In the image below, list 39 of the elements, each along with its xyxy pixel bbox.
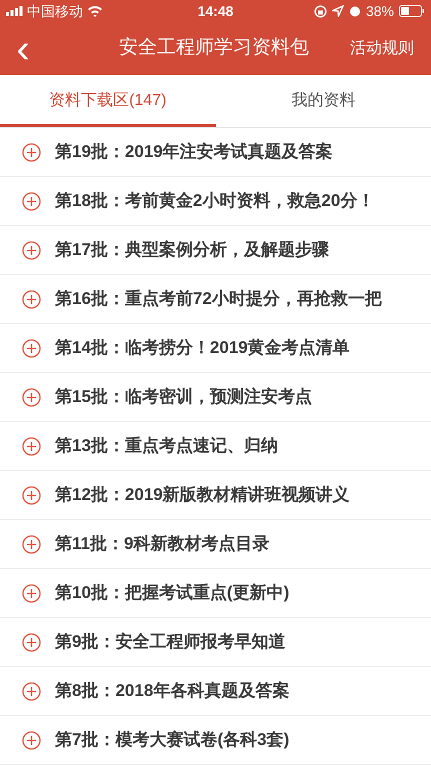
plus-circle-icon[interactable]	[22, 682, 41, 700]
resource-batch-title[interactable]: 第16批：重点考前72小时提分，再抢救一把	[55, 286, 382, 312]
tab[interactable]: 资料下载区(147)	[0, 75, 216, 127]
plus-circle-icon[interactable]	[22, 534, 41, 554]
carrier-name: 中国移动	[27, 2, 83, 20]
plus-circle-icon[interactable]	[22, 192, 41, 210]
resource-batch-title[interactable]: 第8批：2018年各科真题及答案	[55, 678, 290, 704]
plus-circle-icon[interactable]	[22, 338, 41, 358]
resource-batch-title[interactable]: 第19批：2019年注安考试真题及答案	[55, 139, 333, 165]
plus-circle-icon[interactable]	[22, 142, 41, 162]
plus-circle-icon[interactable]	[22, 290, 41, 308]
resource-batch-title[interactable]: 第17批：典型案例分析，及解题步骤	[55, 237, 329, 263]
resource-batch-title[interactable]: 第9批：安全工程师报考早知道	[55, 629, 286, 655]
plus-circle-icon[interactable]	[22, 486, 41, 504]
resource-batch-title[interactable]: 第13批：重点考点速记、归纳	[55, 433, 278, 459]
resource-batch-title[interactable]: 第11批：9科新教材考点目录	[55, 531, 270, 557]
rotation-lock-icon	[314, 4, 327, 18]
plus-circle-icon[interactable]	[22, 584, 41, 602]
resource-batch-title[interactable]: 第7批：模考大赛试卷(各科3套)	[55, 727, 290, 753]
tab[interactable]: 我的资料	[216, 75, 431, 127]
resource-batch-title[interactable]: 第14批：临考捞分！2019黄金考点清单	[55, 335, 350, 361]
plus-circle-icon[interactable]	[22, 632, 41, 652]
plus-circle-icon[interactable]	[22, 436, 41, 456]
clock-time: 14:48	[198, 2, 234, 18]
plus-circle-icon[interactable]	[22, 240, 41, 260]
rules-link[interactable]: 活动规则	[342, 36, 431, 60]
plus-circle-icon[interactable]	[22, 388, 41, 406]
resource-batch-title[interactable]: 第15批：临考密训，预测注安考点	[55, 384, 312, 410]
plus-circle-icon[interactable]	[22, 730, 41, 750]
resource-batch-title[interactable]: 第18批：考前黄金2小时资料，救急20分！	[55, 188, 374, 214]
battery-icon	[399, 5, 425, 17]
battery-percent: 38%	[366, 2, 394, 20]
signal-icon	[6, 6, 23, 16]
location-arrow-icon	[332, 5, 344, 17]
resource-batch-title[interactable]: 第12批：2019新版教材精讲班视频讲义	[55, 482, 350, 508]
back-button[interactable]: ‹	[0, 26, 46, 70]
resource-batch-title[interactable]: 第10批：把握考试重点(更新中)	[55, 580, 290, 606]
wifi-icon	[87, 5, 103, 17]
page-title: 安全工程师学习资料包	[119, 37, 309, 58]
